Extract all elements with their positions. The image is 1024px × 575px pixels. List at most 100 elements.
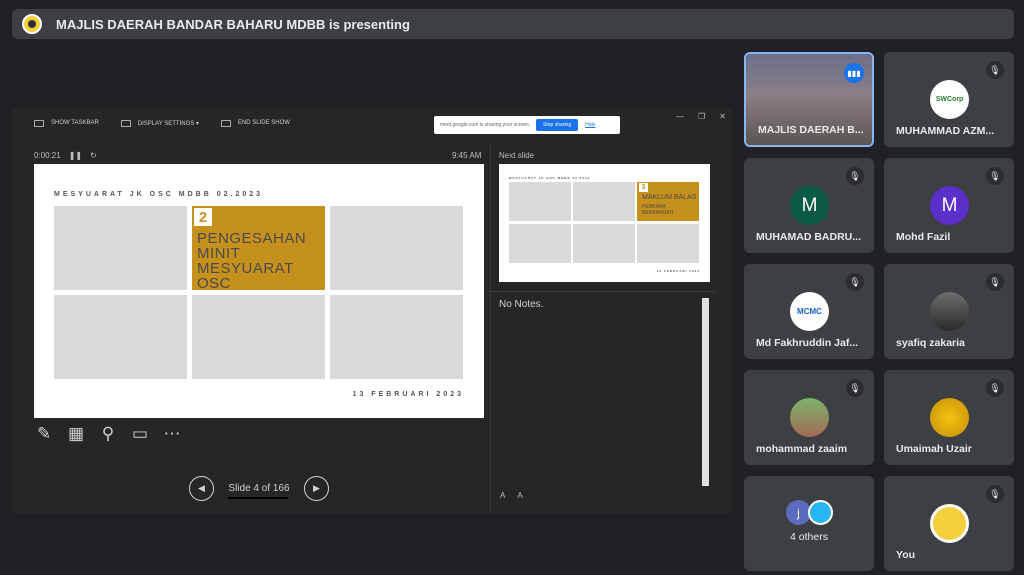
notes-divider bbox=[491, 291, 716, 292]
decrease-font-button[interactable]: A bbox=[517, 491, 522, 500]
mic-off-icon: 🎙 bbox=[986, 485, 1004, 503]
slide-date: 13 FEBRUARI 2023 bbox=[352, 391, 464, 398]
self-tile[interactable]: 🎙 You bbox=[884, 476, 1014, 571]
preview-tile bbox=[573, 224, 635, 263]
next-slide-preview[interactable]: MESYUARAT JK OSC MDBB 02.2023 3 MAKLUM B… bbox=[499, 164, 710, 282]
notes-scrollbar[interactable] bbox=[702, 298, 709, 486]
display-settings-button[interactable]: DISPLAY SETTINGS ▾ bbox=[120, 119, 199, 127]
others-count: 4 others bbox=[790, 531, 828, 543]
slide-tile bbox=[54, 206, 187, 290]
presented-screen: SHOW TASKBAR DISPLAY SETTINGS ▾ END SLID… bbox=[12, 108, 732, 514]
slide-tile-highlight: 2 PENGESAHAN MINIT MESYUARAT OSC bbox=[192, 206, 325, 291]
mic-off-icon: 🎙 bbox=[846, 167, 864, 185]
speaker-notes: No Notes. bbox=[499, 299, 544, 310]
end-slide-show-label: END SLIDE SHOW bbox=[237, 120, 290, 126]
pane-divider bbox=[490, 143, 491, 511]
participant-tile[interactable]: 🎙 syafiq zakaria bbox=[884, 264, 1014, 359]
presenter-toolbar: SHOW TASKBAR DISPLAY SETTINGS ▾ END SLID… bbox=[12, 108, 732, 138]
pause-icon[interactable]: ❚❚ bbox=[69, 151, 82, 160]
participant-tile[interactable]: 🎙 M Mohd Fazil bbox=[884, 158, 1014, 253]
participant-name: Md Fakhruddin Jaf... bbox=[756, 337, 859, 349]
participant-avatar-photo bbox=[930, 398, 969, 437]
black-screen-icon[interactable]: ▭ bbox=[130, 424, 150, 444]
presenting-title: MAJLIS DAERAH BANDAR BAHARU MDBB is pres… bbox=[56, 16, 410, 32]
notes-font-controls: A A bbox=[500, 491, 523, 500]
zoom-icon[interactable]: ⚲ bbox=[98, 424, 118, 444]
more-options-icon[interactable]: ⋯ bbox=[162, 424, 182, 444]
clock: 9:45 AM bbox=[452, 151, 482, 160]
participant-name: MUHAMMAD AZM... bbox=[896, 125, 995, 137]
speaking-indicator-icon: ▮▮▮ bbox=[844, 63, 864, 83]
reset-icon[interactable]: ↻ bbox=[90, 151, 97, 160]
self-avatar bbox=[930, 504, 969, 543]
presenting-banner: MAJLIS DAERAH BANDAR BAHARU MDBB is pres… bbox=[12, 9, 1014, 39]
show-taskbar-label: SHOW TASKBAR bbox=[51, 120, 99, 126]
slide-tile bbox=[330, 206, 463, 290]
next-heading-line-2: PERKARA BERBANGKIT bbox=[642, 204, 675, 216]
participant-tile[interactable]: ▮▮▮ MAJLIS DAERAH B... bbox=[744, 52, 874, 147]
sharing-notification: meet.google.com is sharing your screen. … bbox=[434, 116, 620, 134]
minimize-icon[interactable]: — bbox=[676, 112, 684, 121]
stop-sharing-button[interactable]: Stop sharing bbox=[536, 119, 579, 131]
slide-tile bbox=[330, 295, 463, 379]
participant-avatar: MCMC bbox=[790, 292, 829, 331]
next-slide-date: 13 FEBRUARI 2023 bbox=[656, 269, 700, 273]
participant-avatar: SWCorp bbox=[930, 80, 969, 119]
slide-tile bbox=[54, 295, 187, 379]
others-tile[interactable]: j 4 others bbox=[744, 476, 874, 571]
slide-title: MESYUARAT JK OSC MDBB 02.2023 bbox=[54, 191, 264, 198]
slide-navigation: ◀ Slide 4 of 166 ▶ bbox=[189, 476, 329, 501]
hide-link[interactable]: Hide bbox=[585, 122, 595, 128]
previous-slide-button[interactable]: ◀ bbox=[189, 476, 214, 501]
participant-name: Mohd Fazil bbox=[896, 231, 951, 243]
timer-value: 0:00:21 bbox=[34, 151, 61, 160]
end-slide-show-button[interactable]: END SLIDE SHOW bbox=[220, 119, 290, 127]
participant-tile[interactable]: 🎙 MCMC Md Fakhruddin Jaf... bbox=[744, 264, 874, 359]
mic-off-icon: 🎙 bbox=[986, 273, 1004, 291]
mic-off-icon: 🎙 bbox=[986, 167, 1004, 185]
preview-tile bbox=[573, 182, 635, 221]
slide-counter: Slide 4 of 166 bbox=[226, 483, 292, 499]
participant-name: syafiq zakaria bbox=[896, 337, 965, 349]
sharing-text: meet.google.com is sharing your screen. bbox=[440, 122, 531, 128]
council-logo-icon bbox=[22, 14, 42, 34]
window-controls: — ❐ ✕ bbox=[676, 112, 726, 121]
participant-name: MAJLIS DAERAH B... bbox=[758, 124, 864, 136]
slide-heading: PENGESAHAN MINIT MESYUARAT OSC bbox=[197, 231, 325, 291]
close-icon[interactable]: ✕ bbox=[719, 112, 726, 121]
next-slide-label: Next slide bbox=[499, 151, 535, 160]
participant-tile[interactable]: 🎙 mohammad zaaim bbox=[744, 370, 874, 465]
slide-number: 2 bbox=[194, 208, 212, 226]
heading-line-1: PENGESAHAN bbox=[197, 230, 307, 247]
increase-font-button[interactable]: A bbox=[500, 491, 505, 500]
presenter-tools: ✎ ▦ ⚲ ▭ ⋯ bbox=[34, 424, 182, 444]
pen-icon[interactable]: ✎ bbox=[34, 424, 54, 444]
preview-tile-highlight: 3 MAKLUM BALAS PERKARA BERBANGKIT bbox=[637, 182, 699, 221]
participant-name: MUHAMAD BADRU... bbox=[756, 231, 861, 243]
participant-name: mohammad zaaim bbox=[756, 443, 848, 455]
participant-avatar-photo bbox=[808, 500, 833, 525]
participant-avatar-photo bbox=[790, 398, 829, 437]
preview-tile bbox=[637, 224, 699, 263]
participant-tile[interactable]: 🎙 SWCorp MUHAMMAD AZM... bbox=[884, 52, 1014, 147]
preview-tile bbox=[509, 224, 571, 263]
heading-line-2: MINIT MESYUARAT bbox=[197, 245, 294, 277]
participant-tile[interactable]: 🎙 M MUHAMAD BADRU... bbox=[744, 158, 874, 253]
participant-avatar: M bbox=[790, 186, 829, 225]
mic-off-icon: 🎙 bbox=[846, 273, 864, 291]
display-settings-label: DISPLAY SETTINGS ▾ bbox=[137, 120, 199, 127]
participant-avatar: M bbox=[930, 186, 969, 225]
next-slide-button[interactable]: ▶ bbox=[304, 476, 329, 501]
next-heading-line-1: MAKLUM BALAS bbox=[642, 194, 697, 201]
show-taskbar-button[interactable]: SHOW TASKBAR bbox=[34, 119, 99, 127]
participant-name: Umaimah Uzair bbox=[896, 443, 972, 455]
next-slide-number: 3 bbox=[639, 183, 648, 192]
participant-tile[interactable]: 🎙 Umaimah Uzair bbox=[884, 370, 1014, 465]
restore-icon[interactable]: ❐ bbox=[698, 112, 705, 121]
see-all-slides-icon[interactable]: ▦ bbox=[66, 424, 86, 444]
display-icon bbox=[120, 119, 131, 127]
taskbar-icon bbox=[34, 119, 44, 127]
mic-off-icon: 🎙 bbox=[986, 61, 1004, 79]
slide-timer: 0:00:21 ❚❚ ↻ bbox=[34, 151, 97, 160]
mic-off-icon: 🎙 bbox=[986, 379, 1004, 397]
